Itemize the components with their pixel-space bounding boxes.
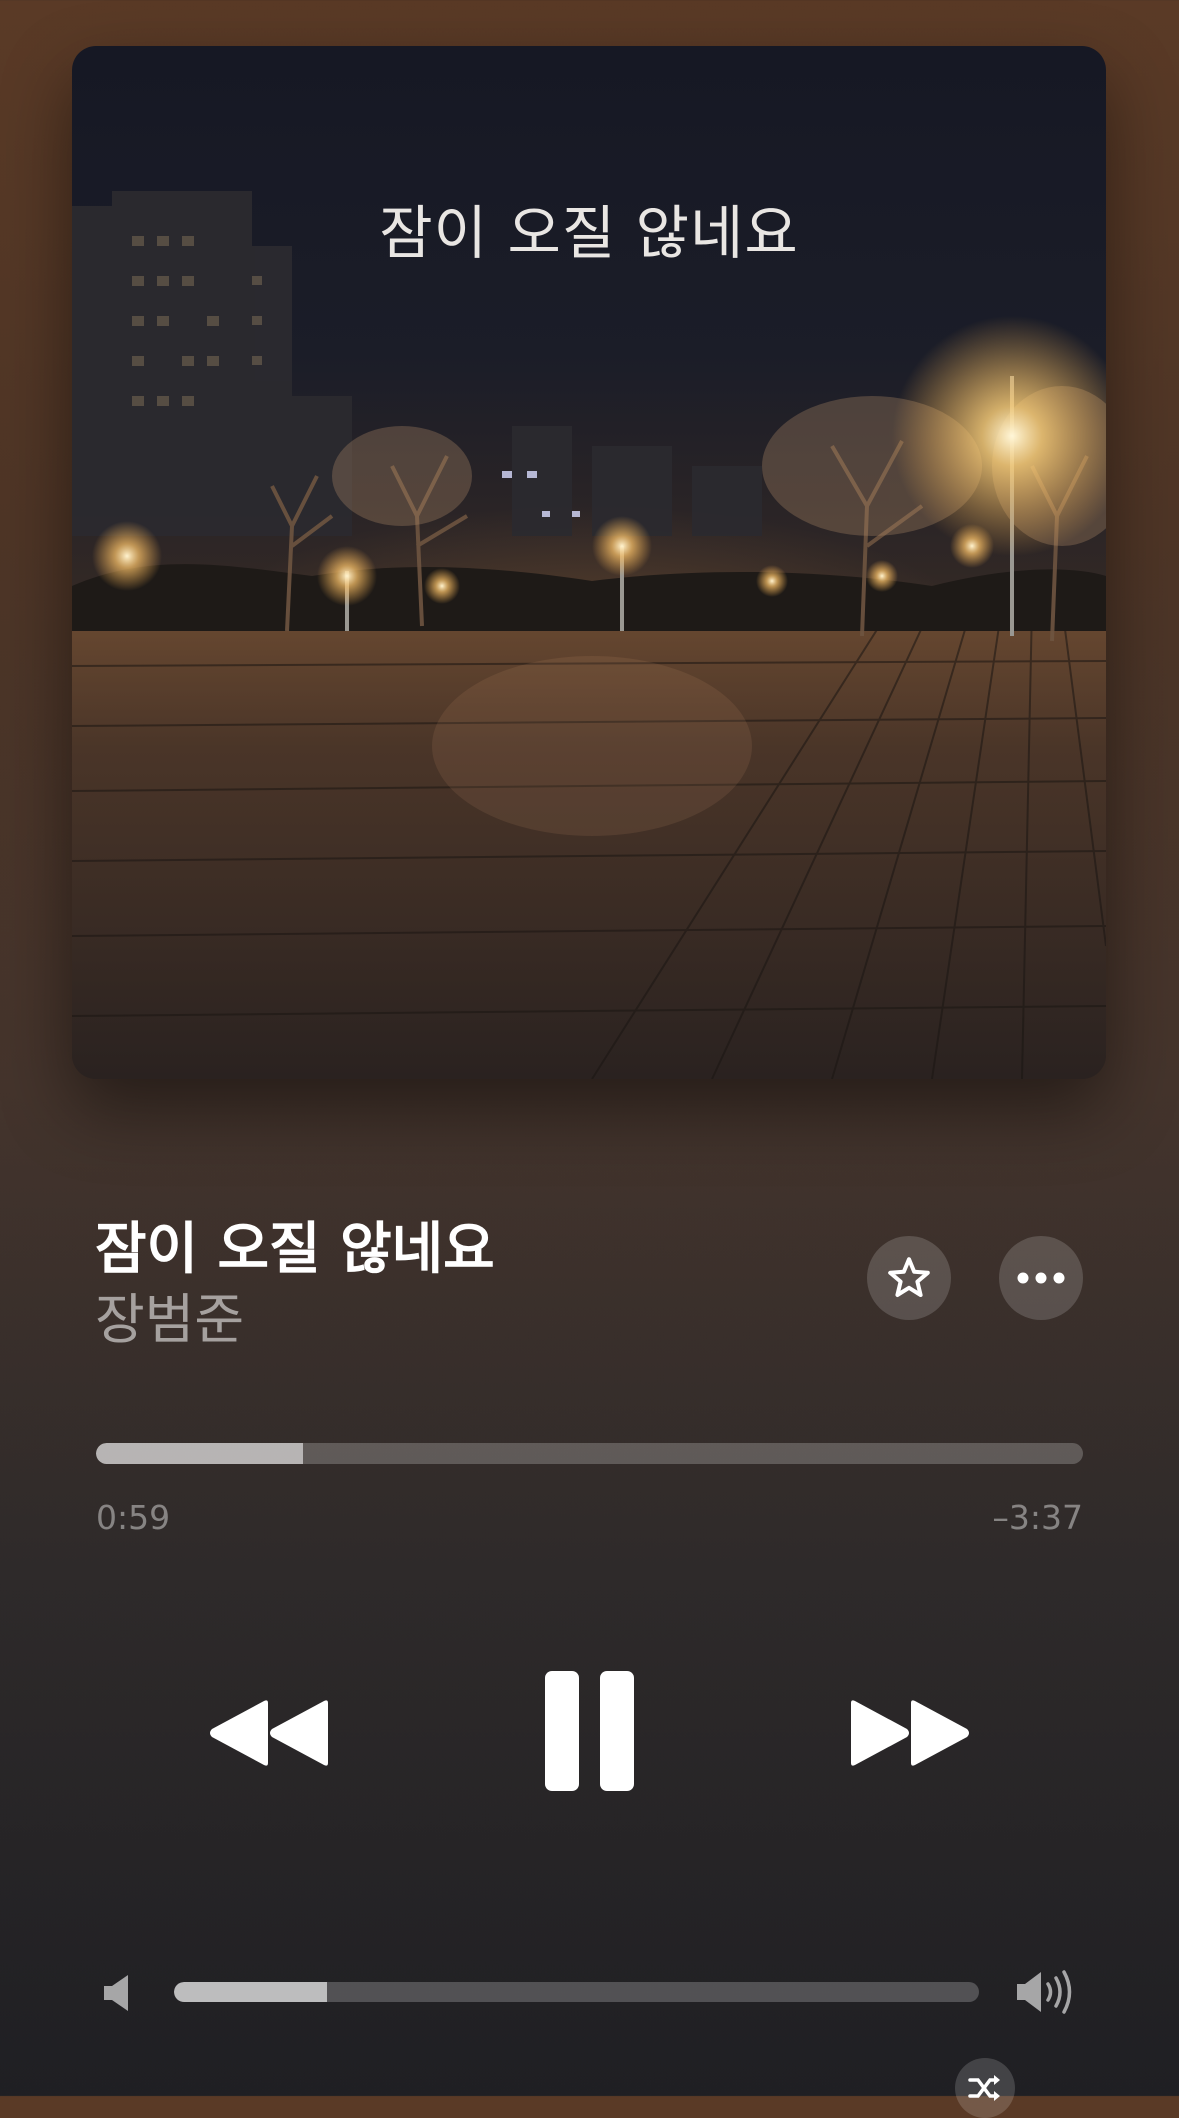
artwork-cover-text: 잠이 오질 않네요 bbox=[379, 199, 799, 267]
album-artwork: 잠이 오질 않네요 bbox=[72, 46, 1106, 1079]
speaker-high-icon bbox=[1017, 1970, 1072, 2014]
rewind-icon bbox=[210, 1700, 328, 1766]
more-options-button[interactable] bbox=[999, 1236, 1083, 1320]
volume-slider[interactable] bbox=[174, 1982, 979, 2002]
shuffle-icon bbox=[968, 2075, 1000, 2101]
play-pause-button[interactable] bbox=[545, 1671, 635, 1795]
next-track-button[interactable] bbox=[849, 1697, 971, 1773]
track-artist[interactable]: 장범준 bbox=[95, 1275, 244, 1354]
volume-low-button[interactable] bbox=[102, 1973, 132, 2017]
pause-icon bbox=[545, 1671, 634, 1791]
previous-track-button[interactable] bbox=[208, 1697, 330, 1773]
playback-scrubber[interactable] bbox=[96, 1443, 1083, 1464]
elapsed-time: 0:59 bbox=[96, 1498, 171, 1537]
shuffle-button[interactable] bbox=[955, 2058, 1015, 2118]
fast-forward-icon bbox=[851, 1700, 969, 1766]
speaker-low-icon bbox=[104, 1975, 128, 2011]
volume-level-fill bbox=[174, 1982, 327, 2002]
volume-high-button[interactable] bbox=[1015, 1969, 1077, 2019]
track-title: 잠이 오질 않네요 bbox=[95, 1217, 495, 1282]
remaining-time: –3:37 bbox=[992, 1498, 1083, 1537]
ellipsis-icon bbox=[1017, 1272, 1065, 1284]
star-icon bbox=[888, 1257, 930, 1297]
playback-progress-fill bbox=[96, 1443, 304, 1464]
favorite-button[interactable] bbox=[867, 1236, 951, 1320]
